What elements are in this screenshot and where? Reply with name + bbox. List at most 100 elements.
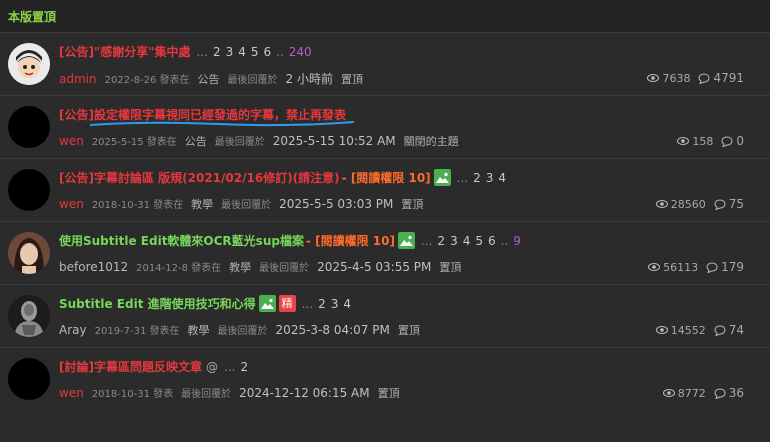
page-link[interactable]: 3 bbox=[450, 234, 458, 248]
thread-row: 使用Subtitle Edit軟體來OCR藍光sup檔案 - [閱讀權限 10]… bbox=[0, 222, 770, 285]
comment-icon bbox=[721, 135, 733, 147]
page-ellipsis: .. bbox=[500, 233, 509, 248]
views-count: 7638 bbox=[662, 71, 691, 85]
status-label: 置頂 bbox=[377, 387, 400, 400]
digest-badge: 精 bbox=[278, 295, 296, 312]
page-ellipsis: ... bbox=[223, 359, 236, 374]
comment-icon bbox=[714, 198, 726, 210]
replies-count: 36 bbox=[728, 386, 744, 400]
image-attachment-icon bbox=[397, 232, 415, 249]
page-link[interactable]: 2 bbox=[473, 171, 481, 185]
page-link[interactable]: 3 bbox=[486, 171, 494, 185]
status-label: 置頂 bbox=[341, 73, 363, 86]
author-link[interactable]: Aray bbox=[59, 323, 87, 337]
views-count: 56113 bbox=[663, 260, 699, 274]
comment-icon bbox=[714, 387, 726, 399]
user-avatar[interactable] bbox=[8, 358, 50, 400]
post-date: 2022-8-26 發表在 bbox=[104, 75, 190, 86]
thread-title-link[interactable]: [公告]"感謝分享"集中處 bbox=[59, 43, 190, 60]
permission-badge: - [閱讀權限 10] bbox=[305, 234, 395, 248]
page-links: ... 2 3 4 bbox=[302, 297, 356, 311]
user-avatar[interactable] bbox=[8, 106, 50, 148]
page-link[interactable]: 2 bbox=[437, 234, 445, 248]
page-link[interactable]: 5 bbox=[251, 45, 259, 59]
last-reply-time[interactable]: 2025-5-15 10:52 AM bbox=[273, 134, 396, 148]
last-reply-label: 最後回覆於 bbox=[227, 75, 278, 86]
page-link[interactable]: 3 bbox=[331, 297, 339, 311]
page-link-last[interactable]: 240 bbox=[289, 45, 312, 59]
page-link-last[interactable]: 9 bbox=[513, 234, 521, 248]
forum-link[interactable]: 教學 bbox=[188, 322, 210, 338]
page-link[interactable]: 4 bbox=[498, 171, 506, 185]
replies-count: 4791 bbox=[713, 71, 744, 85]
eye-icon bbox=[662, 389, 675, 397]
page-link[interactable]: 4 bbox=[343, 297, 351, 311]
views-count: 14552 bbox=[670, 323, 706, 337]
user-avatar[interactable] bbox=[8, 43, 50, 85]
page-link[interactable]: 4 bbox=[463, 234, 471, 248]
thread-title-link[interactable]: 使用Subtitle Edit軟體來OCR藍光sup檔案 bbox=[59, 232, 304, 249]
user-avatar[interactable] bbox=[8, 232, 50, 274]
page-links: ... 2 bbox=[224, 360, 253, 374]
thread-row: [公告]設定權限字幕視同已經發過的字幕，禁止再發表 wen 2025-5-15 … bbox=[0, 96, 770, 159]
eye-icon bbox=[648, 263, 661, 271]
eye-icon bbox=[655, 326, 668, 334]
page-link[interactable]: 6 bbox=[488, 234, 496, 248]
post-date: 2019-7-31 發表在 bbox=[94, 326, 180, 337]
page-ellipsis: ... bbox=[420, 233, 433, 248]
last-reply-label: 最後回覆於 bbox=[217, 326, 268, 337]
forum-link[interactable]: 教學 bbox=[229, 259, 251, 275]
page-ellipsis: ... bbox=[196, 44, 208, 59]
last-reply-time[interactable]: 2024-12-12 06:15 AM bbox=[239, 386, 370, 400]
page-link[interactable]: 3 bbox=[226, 45, 234, 59]
author-link[interactable]: wen bbox=[59, 386, 84, 400]
post-date: 2018-10-31 發表 bbox=[91, 389, 174, 400]
views-count: 158 bbox=[692, 134, 714, 148]
replies-count: 75 bbox=[728, 197, 744, 211]
thread-row: [公告]字幕討論區 版規(2021/02/16修訂)(請注意) - [閱讀權限 … bbox=[0, 159, 770, 222]
annotation-underline bbox=[89, 121, 355, 127]
author-link[interactable]: admin bbox=[59, 72, 97, 86]
eye-icon bbox=[677, 137, 690, 145]
user-avatar[interactable] bbox=[8, 169, 50, 211]
comment-icon bbox=[714, 324, 726, 336]
thread-row: Subtitle Edit 進階使用技巧和心得 精 ... 2 3 4 Aray 20… bbox=[0, 285, 770, 348]
author-link[interactable]: wen bbox=[59, 134, 84, 148]
page-links: ... 2 3 4 5 6.. 9 bbox=[421, 234, 526, 248]
last-reply-label: 最後回覆於 bbox=[259, 263, 310, 274]
image-attachment-icon bbox=[433, 169, 451, 186]
forum-link[interactable]: 公告 bbox=[185, 133, 207, 149]
page-ellipsis: ... bbox=[456, 170, 469, 185]
replies-count: 74 bbox=[728, 323, 744, 337]
section-title: 本版置頂 bbox=[8, 9, 57, 24]
permission-badge: - [閱讀權限 10] bbox=[341, 171, 431, 185]
page-link[interactable]: 2 bbox=[213, 45, 221, 59]
last-reply-label: 最後回覆於 bbox=[221, 200, 272, 211]
page-link[interactable]: 5 bbox=[475, 234, 483, 248]
comment-icon bbox=[698, 72, 710, 84]
thread-title-link[interactable]: Subtitle Edit 進階使用技巧和心得 bbox=[59, 295, 256, 312]
forum-link[interactable]: 公告 bbox=[198, 71, 220, 87]
thread-title-link[interactable]: [討論]字幕區問題反映文章 bbox=[59, 358, 202, 375]
last-reply-label: 最後回覆於 bbox=[181, 389, 232, 400]
page-ellipsis: ... bbox=[301, 296, 314, 311]
section-header: 本版置頂 bbox=[0, 0, 770, 33]
user-avatar[interactable] bbox=[8, 295, 50, 337]
views-count: 28560 bbox=[670, 197, 706, 211]
thread-title-link[interactable]: [公告]字幕討論區 版規(2021/02/16修訂)(請注意) bbox=[59, 169, 340, 186]
eye-icon bbox=[655, 200, 668, 208]
page-link[interactable]: 2 bbox=[318, 297, 326, 311]
last-reply-time[interactable]: 2025-3-8 04:07 PM bbox=[276, 323, 390, 337]
status-label: 關閉的主題 bbox=[403, 135, 459, 148]
thread-row: [討論]字幕區問題反映文章 @ ... 2 wen 2018-10-31 發表 最… bbox=[0, 348, 770, 410]
page-link[interactable]: 2 bbox=[240, 360, 248, 374]
last-reply-time[interactable]: 2025-5-5 03:03 PM bbox=[279, 197, 393, 211]
last-reply-time[interactable]: 2 小時前 bbox=[286, 70, 333, 87]
author-link[interactable]: wen bbox=[59, 197, 84, 211]
replies-count: 0 bbox=[736, 134, 744, 148]
forum-link[interactable]: 教學 bbox=[191, 196, 213, 212]
author-link[interactable]: before1012 bbox=[59, 260, 128, 274]
page-link[interactable]: 6 bbox=[264, 45, 272, 59]
last-reply-time[interactable]: 2025-4-5 03:55 PM bbox=[317, 260, 431, 274]
page-link[interactable]: 4 bbox=[238, 45, 246, 59]
